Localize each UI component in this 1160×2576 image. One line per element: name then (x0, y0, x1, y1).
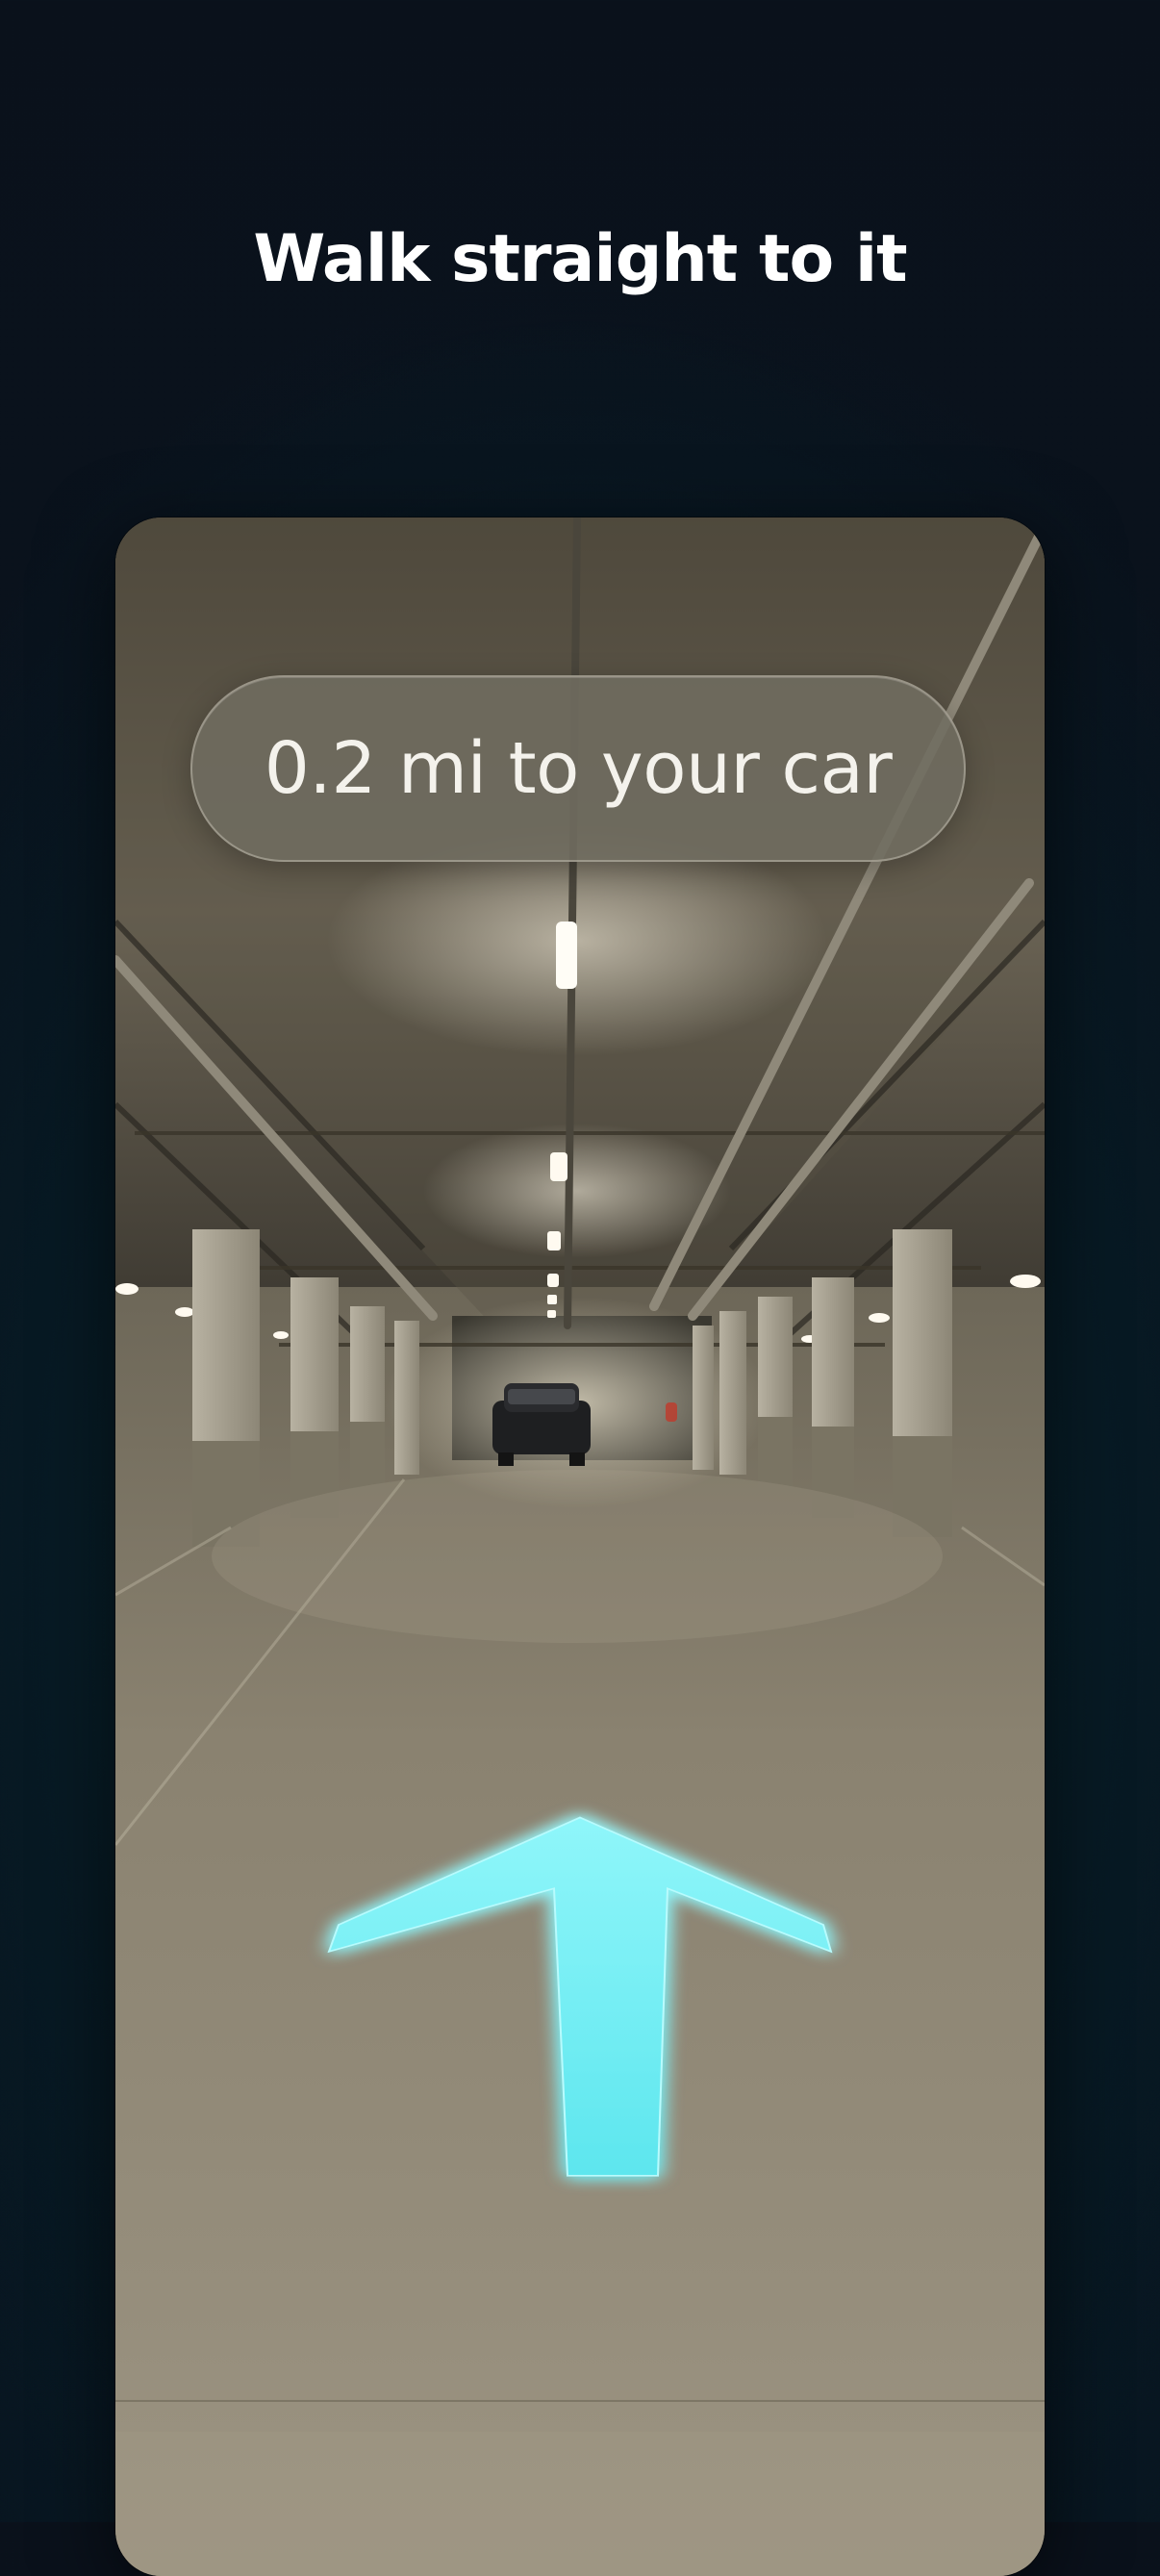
screen-headline: Walk straight to it (253, 221, 907, 297)
parked-car (492, 1383, 591, 1466)
arrow-up-icon (317, 1806, 843, 2182)
distance-label: 0.2 mi to your car (264, 727, 893, 810)
distance-badge: 0.2 mi to your car (190, 675, 966, 862)
ar-camera-view: 0.2 mi to your car (115, 518, 1045, 2576)
